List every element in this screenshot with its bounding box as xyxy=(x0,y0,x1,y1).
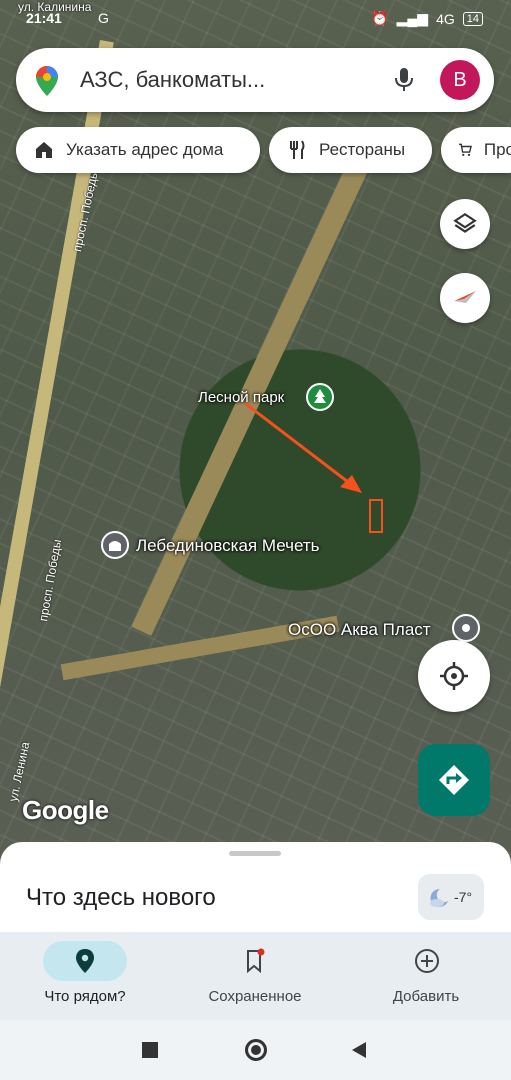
nav-explore[interactable]: Что рядом? xyxy=(0,932,170,1020)
location-pin-icon xyxy=(76,949,94,973)
status-time: 21:41 xyxy=(26,10,62,26)
weather-night-icon xyxy=(430,888,448,907)
layers-button[interactable] xyxy=(440,199,490,249)
chip-restaurants[interactable]: Рестораны xyxy=(269,127,432,173)
system-navigation-bar xyxy=(0,1020,511,1080)
nav-label: Сохраненное xyxy=(208,988,302,1005)
sheet-title: Что здесь нового xyxy=(26,884,216,911)
chip-home-address[interactable]: Указать адрес дома xyxy=(16,127,260,173)
nav-label: Добавить xyxy=(392,988,460,1005)
compass-icon xyxy=(454,291,476,303)
compass-button[interactable] xyxy=(440,273,490,323)
alarm-icon: ⏰ xyxy=(371,10,389,26)
account-avatar[interactable]: B xyxy=(440,60,480,100)
nav-label: Что рядом? xyxy=(44,988,126,1005)
add-circle-icon xyxy=(415,949,439,973)
status-carrier: G xyxy=(98,10,109,26)
mic-icon[interactable] xyxy=(394,66,414,94)
bookmark-icon xyxy=(247,948,265,974)
search-input[interactable]: АЗС, банкоматы... xyxy=(80,67,265,93)
home-button[interactable] xyxy=(245,1039,267,1061)
search-bar[interactable]: АЗС, банкоматы... B xyxy=(16,48,494,112)
recents-button[interactable] xyxy=(142,1042,158,1058)
chip-label: Рестораны xyxy=(319,140,406,159)
directions-button[interactable] xyxy=(418,744,490,816)
my-location-button[interactable] xyxy=(418,640,490,712)
home-icon xyxy=(36,142,52,158)
chip-label: Про xyxy=(483,140,511,159)
chip-label: Указать адрес дома xyxy=(66,140,224,159)
nav-saved[interactable]: Сохраненное xyxy=(170,932,340,1020)
network-type: 4G xyxy=(436,10,455,27)
crosshair-icon xyxy=(440,662,468,690)
maps-logo-icon xyxy=(36,66,58,96)
bottom-navigation: Что рядом? Сохраненное Добавить xyxy=(0,932,511,1020)
signal-icon: ▂▄▆ xyxy=(396,10,429,26)
weather-chip[interactable]: -7° xyxy=(418,874,484,920)
status-bar: 21:41 G ⏰ ▂▄▆ 4G 14 xyxy=(0,0,511,40)
battery-icon: 14 xyxy=(462,11,483,26)
google-logo: Google xyxy=(22,795,109,825)
directions-icon xyxy=(439,765,469,795)
back-button[interactable] xyxy=(350,1040,368,1060)
weather-temp: -7° xyxy=(454,889,473,905)
sheet-drag-handle[interactable] xyxy=(229,851,281,856)
nav-contribute[interactable]: Добавить xyxy=(341,932,511,1020)
restaurant-icon xyxy=(290,140,305,159)
chip-shopping[interactable]: Про xyxy=(441,127,511,173)
cart-icon xyxy=(459,143,472,157)
layers-icon xyxy=(453,212,477,233)
